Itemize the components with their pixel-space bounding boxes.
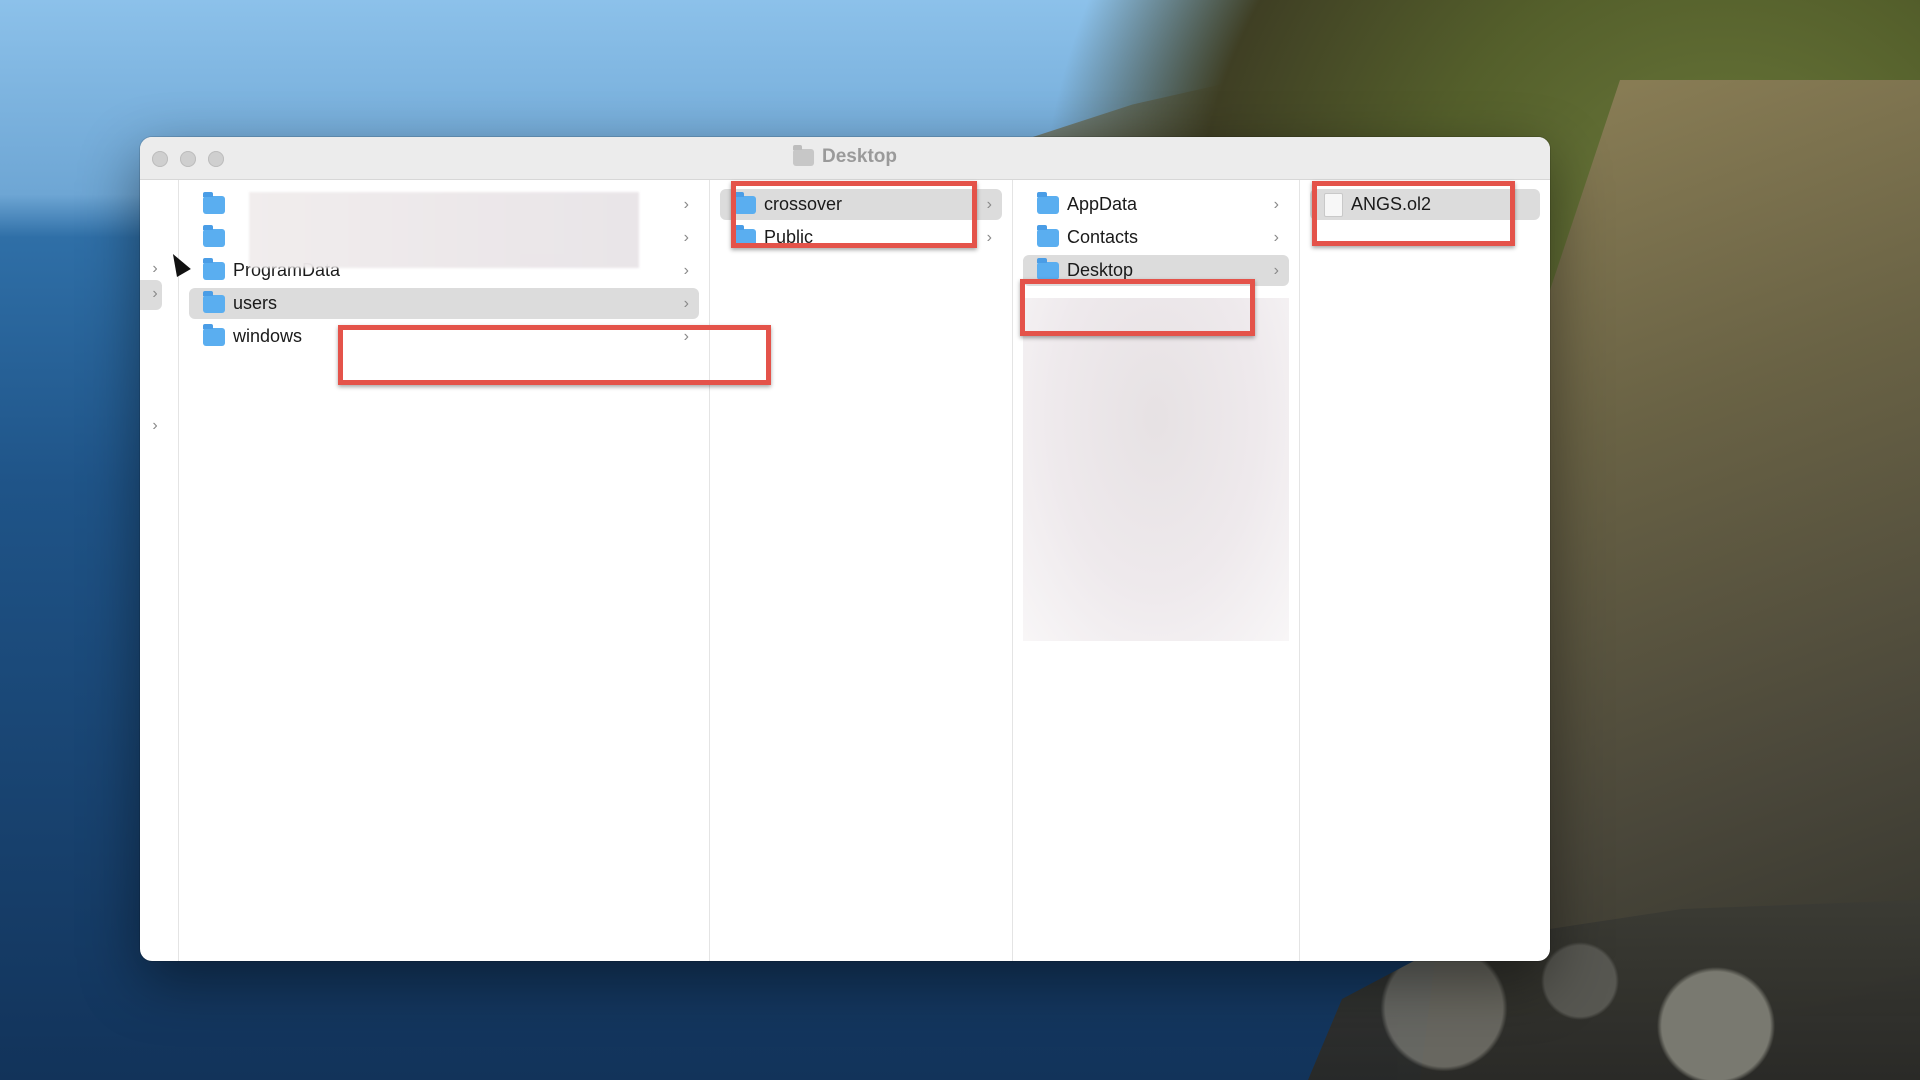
list-item-desktop[interactable]: Desktop ›: [1023, 255, 1289, 286]
folder-icon: [203, 323, 225, 346]
title-bar[interactable]: Desktop: [140, 137, 1550, 180]
chevron-right-icon: ›: [683, 228, 689, 246]
list-item-label: users: [233, 293, 278, 313]
chevron-right-icon: ›: [1273, 195, 1279, 213]
list-item-crossover[interactable]: crossover ›: [720, 189, 1002, 220]
window-title: Desktop: [793, 144, 897, 168]
list-item-label: ANGS.ol2: [1351, 194, 1432, 214]
folder-icon: [203, 257, 225, 280]
folder-icon: [793, 144, 815, 166]
list-item-angs-file[interactable]: ANGS.ol2: [1310, 189, 1540, 220]
folder-icon: [734, 191, 756, 214]
folder-icon: [1037, 224, 1059, 247]
close-button[interactable]: [152, 151, 168, 167]
column-browser: › › › › › ProgramData › users › windows …: [140, 180, 1550, 961]
chevron-right-icon: ›: [683, 195, 689, 213]
list-item-users[interactable]: users ›: [189, 288, 699, 319]
list-item[interactable]: windows ›: [189, 321, 699, 352]
list-item-label: Contacts: [1067, 227, 1139, 247]
column-1: › › ProgramData › users › windows ›: [179, 180, 771, 961]
chevron-right-icon[interactable]: ›: [148, 260, 162, 278]
list-item[interactable]: Contacts ›: [1023, 222, 1289, 253]
column-3: AppData › Contacts › Desktop ›: [1013, 180, 1300, 961]
desktop-background: Desktop › › › › › ProgramData › users › …: [0, 0, 1920, 1080]
chevron-right-icon: ›: [1273, 228, 1279, 246]
window-title-text: Desktop: [822, 146, 897, 167]
list-item[interactable]: Public ›: [720, 222, 1002, 253]
chevron-right-icon: ›: [986, 228, 992, 246]
finder-window: Desktop › › › › › ProgramData › users › …: [140, 137, 1550, 961]
chevron-right-icon: ›: [1273, 261, 1279, 279]
minimize-button[interactable]: [180, 151, 196, 167]
chevron-right-icon[interactable]: ›: [148, 285, 162, 303]
list-item-label: Desktop: [1067, 260, 1134, 280]
list-item-label: windows: [233, 326, 303, 346]
redacted-area: [249, 192, 639, 268]
chevron-right-icon[interactable]: ›: [148, 417, 162, 435]
chevron-right-icon: ›: [986, 195, 992, 213]
column-0: › › ›: [140, 180, 179, 961]
document-icon: [1324, 192, 1343, 217]
chevron-right-icon: ›: [683, 327, 689, 345]
list-item[interactable]: AppData ›: [1023, 189, 1289, 220]
chevron-right-icon: ›: [683, 294, 689, 312]
redacted-area: [1023, 298, 1289, 641]
zoom-button[interactable]: [208, 151, 224, 167]
folder-icon: [203, 191, 225, 214]
folder-icon: [203, 290, 225, 313]
column-2: crossover › Public ›: [710, 180, 1013, 961]
folder-icon: [734, 224, 756, 247]
folder-icon: [1037, 191, 1059, 214]
window-controls: [152, 151, 224, 167]
list-item-label: Public: [764, 227, 814, 247]
list-item-label: crossover: [764, 194, 843, 214]
chevron-right-icon: ›: [683, 261, 689, 279]
column-4: ANGS.ol2: [1300, 180, 1550, 961]
folder-icon: [1037, 257, 1059, 280]
list-item-label: AppData: [1067, 194, 1138, 214]
folder-icon: [203, 224, 225, 247]
